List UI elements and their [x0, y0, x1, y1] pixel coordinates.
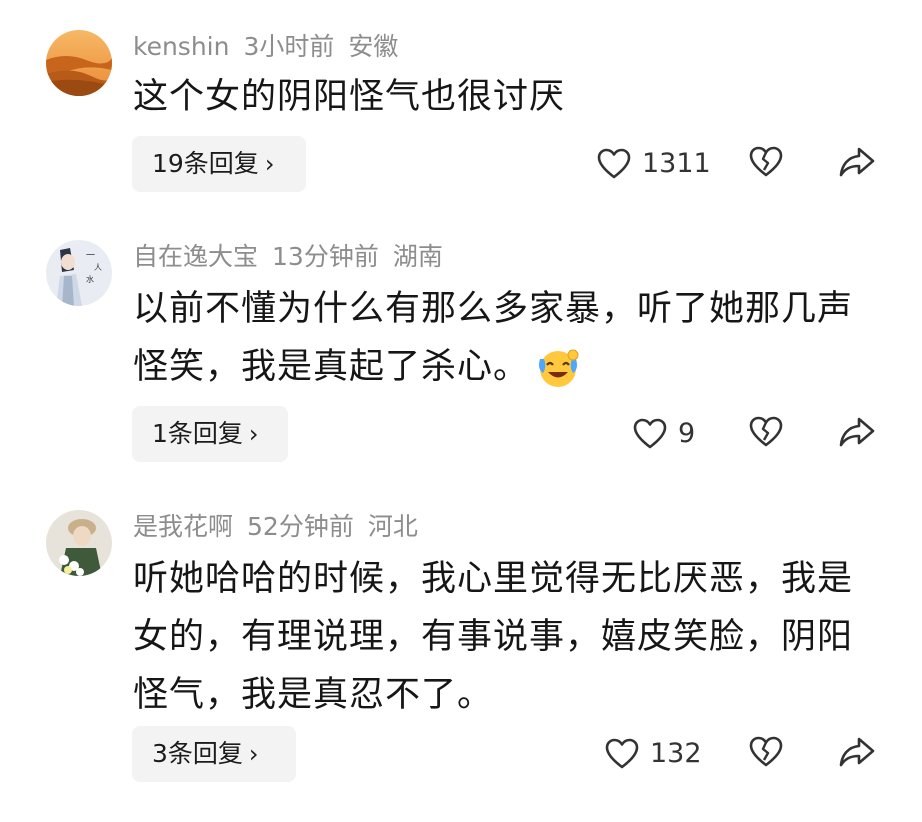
- chevron-right-icon: ›: [264, 150, 275, 178]
- replies-label: 19条回复: [152, 149, 259, 178]
- avatar[interactable]: [46, 30, 112, 96]
- svg-text:一: 一: [86, 251, 95, 261]
- dislike-button[interactable]: [748, 414, 784, 450]
- comment-item: 是我花啊 52分钟前 河北 听她哈哈的时候，我心里觉得无比厌恶，我是女的，有理说理，…: [0, 480, 922, 822]
- avatar[interactable]: [46, 510, 112, 576]
- laugh-cry-emoji: [535, 345, 581, 391]
- username[interactable]: kenshin: [133, 32, 229, 61]
- share-arrow-icon: [839, 737, 875, 767]
- comment-text: 听她哈哈的时候，我心里觉得无比厌恶，我是女的，有理说理，有事说事，嬉皮笑脸，阴阳…: [133, 559, 854, 715]
- share-arrow-icon: [839, 147, 875, 177]
- comment-item: 一 人 水 自在逸大宝 13分钟前 湖南 以前不懂为什么有那么多家暴，听了她那几声怪…: [0, 210, 922, 480]
- comment-text-content: 以前不懂为什么有那么多家暴，听了她那几声怪笑，我是真起了杀心。: [133, 289, 854, 387]
- replies-button[interactable]: 3条回复 ›: [132, 726, 296, 782]
- svg-text:水: 水: [86, 274, 94, 284]
- broken-heart-icon: [749, 416, 783, 447]
- dislike-button[interactable]: [748, 144, 784, 180]
- like-button[interactable]: 132: [604, 734, 702, 774]
- comment-meta: 是我花啊 52分钟前 河北: [133, 510, 432, 544]
- heart-outline-icon: [633, 418, 667, 449]
- like-count: 1311: [642, 148, 711, 179]
- flower-girl-avatar-image: [46, 510, 112, 576]
- comment-item: kenshin 3小时前 安徽 这个女的阴阳怪气也很讨厌 19条回复 › 1311: [0, 0, 922, 210]
- chevron-right-icon: ›: [248, 740, 259, 768]
- location: 河北: [367, 512, 418, 541]
- desert-avatar-image: [46, 30, 112, 96]
- like-count: 132: [650, 738, 702, 769]
- comment-meta: 自在逸大宝 13分钟前 湖南: [133, 240, 457, 274]
- username[interactable]: 自在逸大宝: [133, 242, 258, 271]
- like-count: 9: [678, 418, 696, 449]
- broken-heart-icon: [749, 736, 783, 767]
- share-button[interactable]: [838, 734, 876, 770]
- comment-text: 以前不懂为什么有那么多家暴，听了她那几声怪笑，我是真起了杀心。: [133, 280, 863, 396]
- replies-button[interactable]: 1条回复 ›: [132, 406, 288, 462]
- avatar[interactable]: 一 人 水: [46, 240, 112, 306]
- anime-avatar-image: 一 人 水: [46, 240, 112, 306]
- share-button[interactable]: [838, 414, 876, 450]
- location: 湖南: [392, 242, 443, 271]
- dislike-button[interactable]: [748, 734, 784, 770]
- replies-button[interactable]: 19条回复 ›: [132, 136, 306, 192]
- timestamp: 13分钟前: [272, 242, 379, 271]
- username[interactable]: 是我花啊: [133, 512, 233, 541]
- timestamp: 3小时前: [243, 32, 335, 61]
- svg-text:人: 人: [94, 263, 102, 272]
- share-button[interactable]: [838, 144, 876, 180]
- share-arrow-icon: [839, 417, 875, 447]
- like-button[interactable]: 9: [632, 414, 695, 454]
- comment-meta: kenshin 3小时前 安徽: [133, 30, 412, 64]
- replies-label: 1条回复: [152, 419, 243, 448]
- heart-outline-icon: [605, 738, 639, 769]
- comment-text: 这个女的阴阳怪气也很讨厌: [133, 77, 566, 117]
- heart-outline-icon: [597, 148, 631, 179]
- broken-heart-icon: [749, 146, 783, 177]
- chevron-right-icon: ›: [248, 420, 259, 448]
- timestamp: 52分钟前: [247, 512, 354, 541]
- laugh-cry-emoji-icon: [539, 349, 579, 387]
- replies-label: 3条回复: [152, 739, 243, 768]
- like-button[interactable]: 1311: [596, 144, 711, 184]
- location: 安徽: [348, 32, 399, 61]
